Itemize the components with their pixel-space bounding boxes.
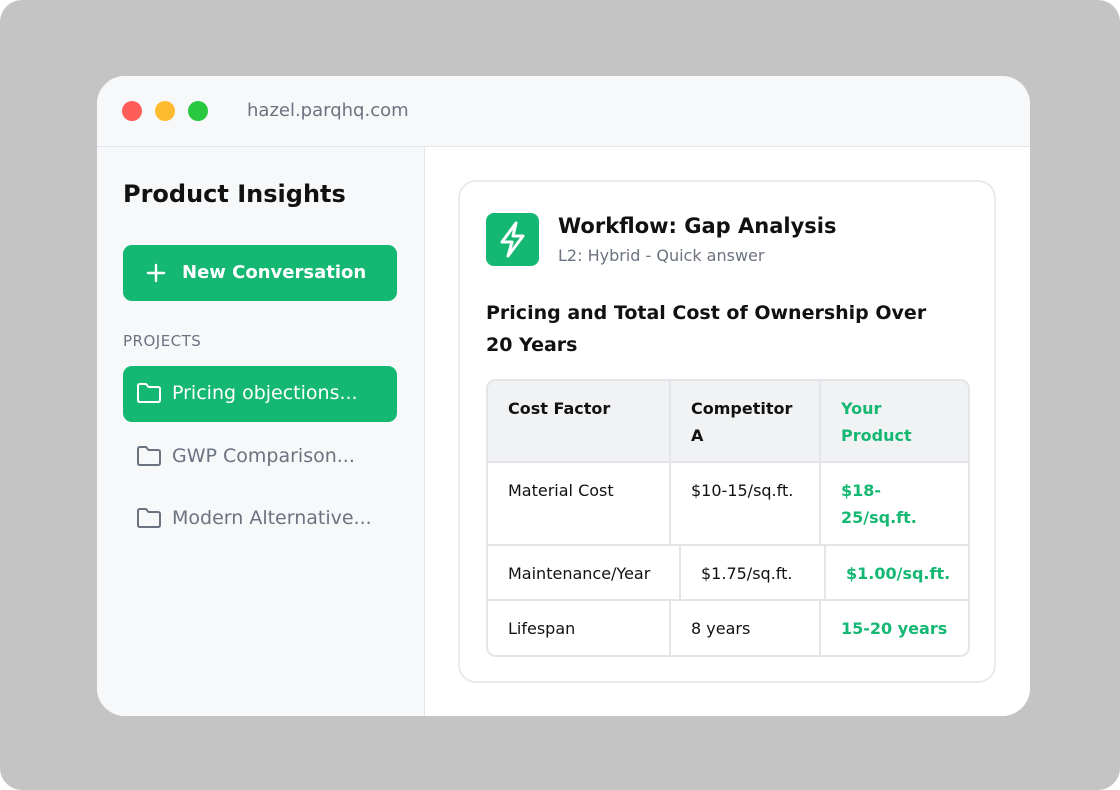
backdrop: hazel.parqhq.com Product Insights New Co… xyxy=(0,0,1120,790)
table-header-cell: Competitor A xyxy=(669,381,819,461)
close-window-button[interactable] xyxy=(122,101,142,121)
browser-window: hazel.parqhq.com Product Insights New Co… xyxy=(97,76,1030,716)
table-cell: $18-25/sq.ft. xyxy=(819,463,968,544)
table-header-cell: Your Product xyxy=(819,381,968,461)
project-label: Modern Alternative... xyxy=(172,507,372,529)
minimize-window-button[interactable] xyxy=(155,101,175,121)
comparison-table: Cost Factor Competitor A Your Product Ma… xyxy=(486,379,970,657)
table-cell: $10-15/sq.ft. xyxy=(669,463,819,544)
table-cell: $1.00/sq.ft. xyxy=(824,546,968,599)
table-cell: 8 years xyxy=(669,601,819,655)
project-item-gwp-comparison[interactable]: GWP Comparison... xyxy=(123,429,397,485)
table-row: Lifespan 8 years 15-20 years xyxy=(488,601,968,655)
answer-heading: Pricing and Total Cost of Ownership Over… xyxy=(486,302,927,356)
table-row: Maintenance/Year $1.75/sq.ft. $1.00/sq.f… xyxy=(488,546,968,601)
table-row: Material Cost $10-15/sq.ft. $18-25/sq.ft… xyxy=(488,463,968,546)
table-cell: Maintenance/Year xyxy=(508,564,651,583)
workflow-card: Workflow: Gap Analysis L2: Hybrid - Quic… xyxy=(458,180,996,683)
project-item-modern-alternative[interactable]: Modern Alternative... xyxy=(123,491,397,547)
table-cell: Material Cost xyxy=(508,481,614,500)
table-cell: $1.75/sq.ft. xyxy=(679,546,824,599)
folder-icon xyxy=(137,446,161,466)
main-panel: Workflow: Gap Analysis L2: Hybrid - Quic… xyxy=(425,147,1030,716)
projects-section-label: PROJECTS xyxy=(123,332,202,350)
project-item-pricing-objections[interactable]: Pricing objections... xyxy=(123,366,397,422)
project-label: GWP Comparison... xyxy=(172,445,355,467)
plus-icon xyxy=(146,263,166,283)
workflow-title: Workflow: Gap Analysis xyxy=(558,214,837,238)
sidebar: Product Insights New Conversation PROJEC… xyxy=(97,147,425,716)
title-bar: hazel.parqhq.com xyxy=(97,76,1030,147)
new-conversation-label: New Conversation xyxy=(182,262,367,283)
table-header-row: Cost Factor Competitor A Your Product xyxy=(488,381,968,463)
new-conversation-button[interactable]: New Conversation xyxy=(123,245,397,301)
lightning-bolt-icon xyxy=(486,213,539,266)
url-text[interactable]: hazel.parqhq.com xyxy=(247,99,409,123)
workflow-subtitle: L2: Hybrid - Quick answer xyxy=(558,246,765,265)
maximize-window-button[interactable] xyxy=(188,101,208,121)
table-cell: Lifespan xyxy=(508,619,576,638)
folder-icon xyxy=(137,383,161,403)
table-cell: 15-20 years xyxy=(819,601,968,655)
folder-icon xyxy=(137,508,161,528)
table-header-cell: Cost Factor xyxy=(508,399,611,418)
project-label: Pricing objections... xyxy=(172,382,358,404)
app-title: Product Insights xyxy=(123,180,346,208)
